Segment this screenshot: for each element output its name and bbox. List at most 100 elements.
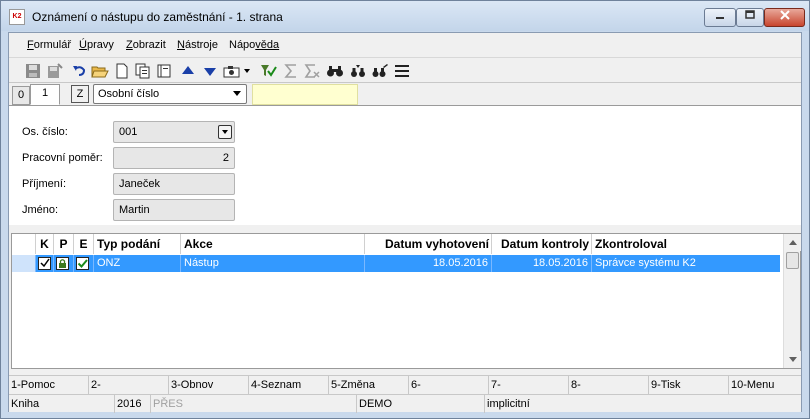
menu-nastroje[interactable]: Nástroje (177, 39, 218, 51)
menu-upravy[interactable]: Úpravy (79, 39, 114, 51)
quick-search-input[interactable] (252, 84, 358, 105)
camera-icon[interactable] (223, 62, 241, 80)
column-header-k[interactable]: K (36, 234, 54, 254)
sort-z-button[interactable]: Z (71, 85, 89, 103)
green-check-icon (76, 257, 89, 270)
column-header-akce[interactable]: Akce (181, 234, 365, 254)
zkontroloval-cell: Správce systému K2 (595, 257, 696, 269)
menu-formular-key: F (27, 39, 34, 51)
tab-0[interactable]: 0 (12, 86, 30, 105)
minimize-button[interactable] (704, 8, 736, 27)
status-mode: implicitní (487, 398, 530, 410)
scroll-thumb[interactable] (786, 252, 799, 269)
menu-nastroje-key: N (177, 39, 185, 51)
fkey-9[interactable]: 9-Tisk (649, 376, 729, 394)
maximize-button[interactable] (736, 8, 764, 27)
fkey-1[interactable]: 1-Pomoc (9, 376, 89, 394)
function-key-bar: 1-Pomoc 2- 3-Obnov 4-Seznam 5-Změna 6- 7… (9, 375, 801, 394)
status-book: Kniha (9, 395, 115, 413)
column-header-datum-vyhotoveni[interactable]: Datum vyhotovení (365, 234, 492, 254)
menu-lines-icon[interactable] (393, 62, 411, 80)
save-as-icon[interactable] (46, 62, 64, 80)
status-company: DEMO (357, 395, 485, 413)
close-button[interactable] (764, 8, 805, 27)
binoculars-edit-icon[interactable] (371, 62, 389, 80)
fkey-4[interactable]: 4-Seznam (249, 376, 329, 394)
menu-upravy-label: pravy (86, 39, 114, 51)
datum-kontroly-cell: 18.05.2016 (492, 255, 592, 272)
k-cell (36, 255, 54, 272)
menu-napoveda-prefix: Nápo (229, 39, 256, 51)
status-pres: PŘES (151, 395, 357, 413)
akce-cell: Nástup (181, 255, 365, 272)
document-check-icon (38, 257, 51, 270)
column-header-typ-podani[interactable]: Typ podání (94, 234, 181, 254)
fkey-5[interactable]: 5-Změna (329, 376, 409, 394)
menu-formular[interactable]: Formulář (27, 39, 71, 51)
sort-field-select[interactable]: Osobní číslo (93, 84, 247, 104)
datum-vyhotoveni-cell: 18.05.2016 (365, 255, 492, 272)
table-row[interactable]: ONZ Nástup 18.05.2016 18.05.2016 Správce… (12, 255, 780, 272)
prijmeni-field: Janeček (113, 173, 235, 195)
fkey-6[interactable]: 6- (409, 376, 489, 394)
dropdown-button-icon[interactable] (218, 125, 232, 139)
fkey-10[interactable]: 10-Menu (729, 376, 801, 394)
column-header-e[interactable]: E (74, 234, 94, 254)
row-indicator-header (12, 234, 36, 254)
sort-field-value: Osobní číslo (98, 88, 160, 100)
menu-formular-label: ormulář (33, 39, 72, 51)
chevron-down-icon (233, 91, 241, 96)
tab-1[interactable]: 1 (30, 84, 60, 105)
os-cislo-label: Os. číslo: (22, 126, 68, 138)
vertical-scrollbar[interactable] (783, 234, 801, 368)
camera-dropdown-icon[interactable] (242, 62, 252, 80)
fkey-7[interactable]: 7- (489, 376, 569, 394)
undo-icon[interactable] (70, 62, 88, 80)
menu-napoveda-key: věda (255, 39, 280, 51)
menu-zobrazit-label: obrazit (132, 39, 166, 51)
app-window: K2 Oznámení o nástupu do zaměstnání - 1.… (0, 0, 810, 419)
book-icon[interactable] (155, 62, 173, 80)
tab-row: 0 1 Z Osobní číslo (9, 83, 801, 105)
new-document-icon[interactable] (113, 62, 131, 80)
lock-icon (56, 257, 69, 270)
menu-napoveda[interactable]: Nápověda (229, 39, 279, 51)
filter-check-icon[interactable] (259, 62, 277, 80)
fkey-8[interactable]: 8- (569, 376, 649, 394)
arrow-down-icon[interactable] (201, 62, 219, 80)
menu-upravy-key: Ú (79, 39, 87, 51)
os-cislo-field[interactable]: 001 (113, 121, 235, 143)
column-header-zkontroloval[interactable]: Zkontroloval (592, 234, 780, 254)
sum-off-icon[interactable] (303, 62, 321, 80)
maximize-icon (745, 10, 755, 19)
os-cislo-value: 001 (119, 126, 138, 138)
binoculars-next-icon[interactable] (349, 62, 367, 80)
copy-icon[interactable] (134, 62, 152, 80)
status-bar: Kniha 2016 PŘES DEMO implicitní (9, 394, 801, 413)
menu-zobrazit-key: Z (126, 39, 133, 51)
pracovni-pomer-field: 2 (113, 147, 235, 169)
typ-podani-cell: ONZ (94, 255, 181, 272)
menu-zobrazit[interactable]: Zobrazit (126, 39, 166, 51)
binoculars-icon[interactable] (326, 62, 344, 80)
arrow-up-icon[interactable] (179, 62, 197, 80)
title-bar[interactable]: K2 Oznámení o nástupu do zaměstnání - 1.… (1, 1, 809, 31)
fkey-3[interactable]: 3-Obnov (169, 376, 249, 394)
column-header-datum-kontroly[interactable]: Datum kontroly (492, 234, 592, 254)
minimize-icon (716, 17, 724, 19)
sum-icon[interactable] (282, 62, 300, 80)
open-folder-icon[interactable] (91, 62, 109, 80)
menu-nastroje-label: ástroje (184, 39, 218, 51)
jmeno-field: Martin (113, 199, 235, 221)
save-icon[interactable] (24, 62, 42, 80)
prijmeni-label: Příjmení: (22, 178, 67, 190)
client-area: Formulář Úpravy Zobrazit Nástroje Nápově… (8, 32, 802, 413)
e-cell (74, 255, 94, 272)
pracovni-pomer-label: Pracovní poměr: (22, 152, 103, 164)
k2-app-icon: K2 (9, 9, 25, 25)
scroll-up-icon[interactable] (784, 234, 801, 251)
scroll-down-icon[interactable] (784, 351, 801, 368)
fkey-2[interactable]: 2- (89, 376, 169, 394)
submissions-grid: K P E Typ podání Akce Datum vyhotovení D… (11, 233, 801, 369)
column-header-p[interactable]: P (54, 234, 74, 254)
